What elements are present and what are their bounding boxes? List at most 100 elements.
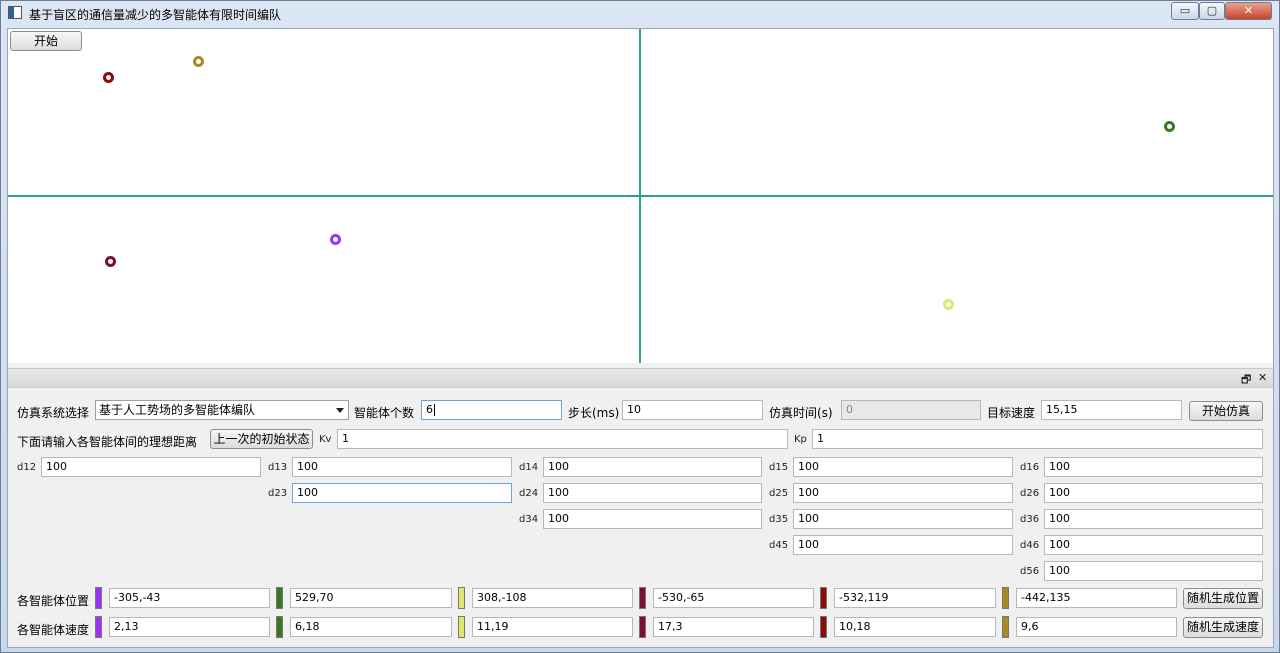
simulation-canvas[interactable]: 开始 (8, 29, 1273, 363)
d13-input[interactable]: 100 (292, 457, 512, 477)
start-button[interactable]: 开始 (10, 31, 82, 51)
agent-5-position-input[interactable]: -532,119 (834, 588, 996, 608)
horizontal-axis (8, 195, 1273, 197)
random-velocity-button[interactable]: 随机生成速度 (1183, 617, 1263, 638)
maximize-icon: ▢ (1206, 4, 1218, 17)
agent-4-marker (105, 256, 116, 267)
d13-label: d13 (268, 462, 288, 473)
main-window: 基于盲区的通信量减少的多智能体有限时间编队 ▭ ▢ ✕ 开始 🗗 ✕ 仿真系统选… (0, 0, 1280, 653)
agent-2-velocity-swatch (276, 616, 283, 638)
d34-input[interactable]: 100 (543, 509, 762, 529)
positions-label: 各智能体位置 (17, 594, 90, 608)
window-title: 基于盲区的通信量减少的多智能体有限时间编队 (29, 8, 282, 22)
d15-label: d15 (769, 462, 789, 473)
d14-input[interactable]: 100 (543, 457, 762, 477)
sim-select-label: 仿真系统选择 (17, 406, 90, 420)
agent-6-marker (193, 56, 204, 67)
d45-label: d45 (769, 540, 789, 551)
agent-4-velocity-swatch (639, 616, 646, 638)
sim-system-select[interactable]: 基于人工势场的多智能体编队 (95, 400, 349, 420)
agent-2-velocity-input[interactable]: 6,18 (290, 617, 452, 637)
target-speed-label: 目标速度 (987, 406, 1036, 420)
d56-label: d56 (1020, 566, 1040, 577)
kp-label: Kp (794, 434, 807, 445)
d15-input[interactable]: 100 (793, 457, 1013, 477)
agent-3-position-swatch (458, 587, 465, 609)
close-window-button[interactable]: ✕ (1225, 2, 1272, 20)
float-icon[interactable]: 🗗 (1241, 371, 1251, 390)
client-area: 开始 🗗 ✕ 仿真系统选择 基于人工势场的多智能体编队 智能体个数 6 步长(m… (7, 28, 1274, 648)
kv-label: Kv (319, 434, 332, 445)
kv-input[interactable]: 1 (337, 429, 788, 449)
sim-time-input: 0 (841, 400, 981, 420)
step-input[interactable]: 10 (622, 400, 763, 420)
agent-3-velocity-swatch (458, 616, 465, 638)
d16-label: d16 (1020, 462, 1040, 473)
dock-title-bar[interactable]: 🗗 ✕ (8, 368, 1273, 388)
d35-input[interactable]: 100 (793, 509, 1013, 529)
agent-4-position-swatch (639, 587, 646, 609)
agent-3-position-input[interactable]: 308,-108 (472, 588, 633, 608)
d56-input[interactable]: 100 (1044, 561, 1263, 581)
d36-input[interactable]: 100 (1044, 509, 1263, 529)
d34-label: d34 (519, 514, 539, 525)
title-bar[interactable]: 基于盲区的通信量减少的多智能体有限时间编队 ▭ ▢ ✕ (1, 1, 1279, 25)
sim-system-select-value: 基于人工势场的多智能体编队 (99, 403, 256, 417)
agent-6-velocity-input[interactable]: 9,6 (1016, 617, 1177, 637)
d12-label: d12 (17, 462, 37, 473)
target-speed-input[interactable]: 15,15 (1041, 400, 1182, 420)
minimize-button[interactable]: ▭ (1171, 2, 1199, 20)
d23-label: d23 (268, 488, 288, 499)
d23-input[interactable]: 100 (292, 483, 512, 503)
maximize-button[interactable]: ▢ (1199, 2, 1225, 20)
agent-4-velocity-input[interactable]: 17,3 (653, 617, 814, 637)
sim-time-label: 仿真时间(s) (769, 406, 833, 420)
agent-3-marker (943, 299, 954, 310)
agent-4-position-input[interactable]: -530,-65 (653, 588, 814, 608)
agent-2-marker (1164, 121, 1175, 132)
chevron-down-icon (336, 408, 344, 413)
agent-1-position-swatch (95, 587, 102, 609)
agent-count-input[interactable]: 6 (421, 400, 562, 420)
d26-input[interactable]: 100 (1044, 483, 1263, 503)
d45-input[interactable]: 100 (793, 535, 1013, 555)
agent-1-velocity-swatch (95, 616, 102, 638)
d25-label: d25 (769, 488, 789, 499)
d25-input[interactable]: 100 (793, 483, 1013, 503)
agent-5-velocity-input[interactable]: 10,18 (834, 617, 996, 637)
d24-label: d24 (519, 488, 539, 499)
agent-5-position-swatch (820, 587, 827, 609)
agent-count-label: 智能体个数 (354, 406, 415, 420)
d26-label: d26 (1020, 488, 1040, 499)
random-position-button[interactable]: 随机生成位置 (1183, 588, 1263, 609)
agent-1-marker (330, 234, 341, 245)
step-label: 步长(ms) (568, 406, 620, 420)
d46-label: d46 (1020, 540, 1040, 551)
agent-5-velocity-swatch (820, 616, 827, 638)
dock-close-icon[interactable]: ✕ (1258, 371, 1267, 384)
d12-input[interactable]: 100 (41, 457, 261, 477)
close-icon: ✕ (1243, 4, 1254, 17)
ideal-distance-label: 下面请输入各智能体间的理想距离 (17, 435, 198, 449)
velocities-label: 各智能体速度 (17, 623, 90, 637)
d24-input[interactable]: 100 (543, 483, 762, 503)
d46-input[interactable]: 100 (1044, 535, 1263, 555)
d16-input[interactable]: 100 (1044, 457, 1263, 477)
agent-5-marker (103, 72, 114, 83)
last-initial-state-button[interactable]: 上一次的初始状态 (210, 429, 313, 449)
agent-1-position-input[interactable]: -305,-43 (109, 588, 270, 608)
kp-input[interactable]: 1 (812, 429, 1263, 449)
agent-2-position-input[interactable]: 529,70 (290, 588, 452, 608)
agent-6-position-swatch (1002, 587, 1009, 609)
agent-3-velocity-input[interactable]: 11,19 (472, 617, 633, 637)
agent-6-velocity-swatch (1002, 616, 1009, 638)
start-simulation-button[interactable]: 开始仿真 (1189, 401, 1263, 421)
agent-6-position-input[interactable]: -442,135 (1016, 588, 1177, 608)
agent-1-velocity-input[interactable]: 2,13 (109, 617, 270, 637)
d14-label: d14 (519, 462, 539, 473)
agent-2-position-swatch (276, 587, 283, 609)
d35-label: d35 (769, 514, 789, 525)
minimize-icon: ▭ (1179, 4, 1191, 17)
d36-label: d36 (1020, 514, 1040, 525)
app-icon (8, 6, 22, 19)
